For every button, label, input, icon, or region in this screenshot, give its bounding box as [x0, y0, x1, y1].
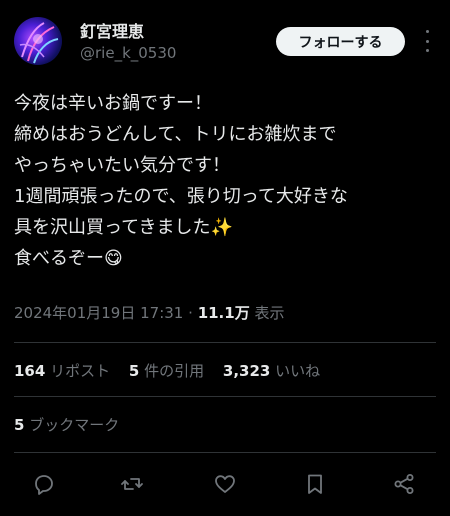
divider [14, 396, 436, 397]
quotes-stat[interactable]: 5 件の引用 [129, 362, 204, 380]
view-label: 表示 [254, 304, 285, 322]
tweet-line: 1週間頑張ったので、張り切って大好きな [14, 186, 348, 207]
engagement-stats: 164 リポスト 5 件の引用 3,323 いいね [14, 360, 320, 381]
divider [14, 452, 436, 453]
likes-stat[interactable]: 3,323 いいね [223, 362, 320, 380]
divider [14, 342, 436, 343]
timestamp[interactable]: 2024年01月19日 17:31 [14, 304, 183, 322]
share-icon[interactable] [390, 470, 418, 498]
tweet-meta: 2024年01月19日 17:31 · 11.1万 表示 [14, 302, 285, 323]
meta-separator: · [188, 304, 193, 322]
author-name[interactable]: 釘宮理恵 [80, 18, 144, 42]
repost-icon[interactable] [118, 470, 146, 498]
tweet-text: 今夜は辛いお鍋ですー！ 締めはおうどんして、トリにお雑炊まで やっちゃいたい気分… [14, 88, 439, 274]
like-icon[interactable] [211, 470, 239, 498]
reposts-stat[interactable]: 164 リポスト [14, 362, 110, 380]
follow-button[interactable]: フォローする [276, 27, 405, 56]
bookmarks-count: 5 [14, 416, 25, 434]
reply-icon[interactable] [30, 470, 58, 498]
avatar[interactable] [14, 17, 62, 65]
tweet-line: 今夜は辛いお鍋ですー！ [14, 93, 212, 114]
action-bar [0, 466, 450, 502]
author-handle[interactable]: @rie_k_0530 [80, 44, 176, 62]
tweet-line: 締めはおうどんして、トリにお雑炊まで [14, 124, 337, 145]
avatar-art [19, 22, 59, 64]
bookmarks-label: ブックマーク [29, 416, 120, 434]
bookmarks-stat[interactable]: 5 ブックマーク [14, 414, 119, 435]
tweet-line: やっちゃいたい気分です！ [14, 155, 230, 176]
view-count: 11.1万 [197, 304, 250, 322]
tweet-line: 食べるぞー😋 [14, 248, 123, 269]
tweet-line: 具を沢山買ってきました✨ [14, 217, 233, 238]
more-options-icon[interactable] [420, 30, 434, 52]
bookmark-icon[interactable] [301, 470, 329, 498]
